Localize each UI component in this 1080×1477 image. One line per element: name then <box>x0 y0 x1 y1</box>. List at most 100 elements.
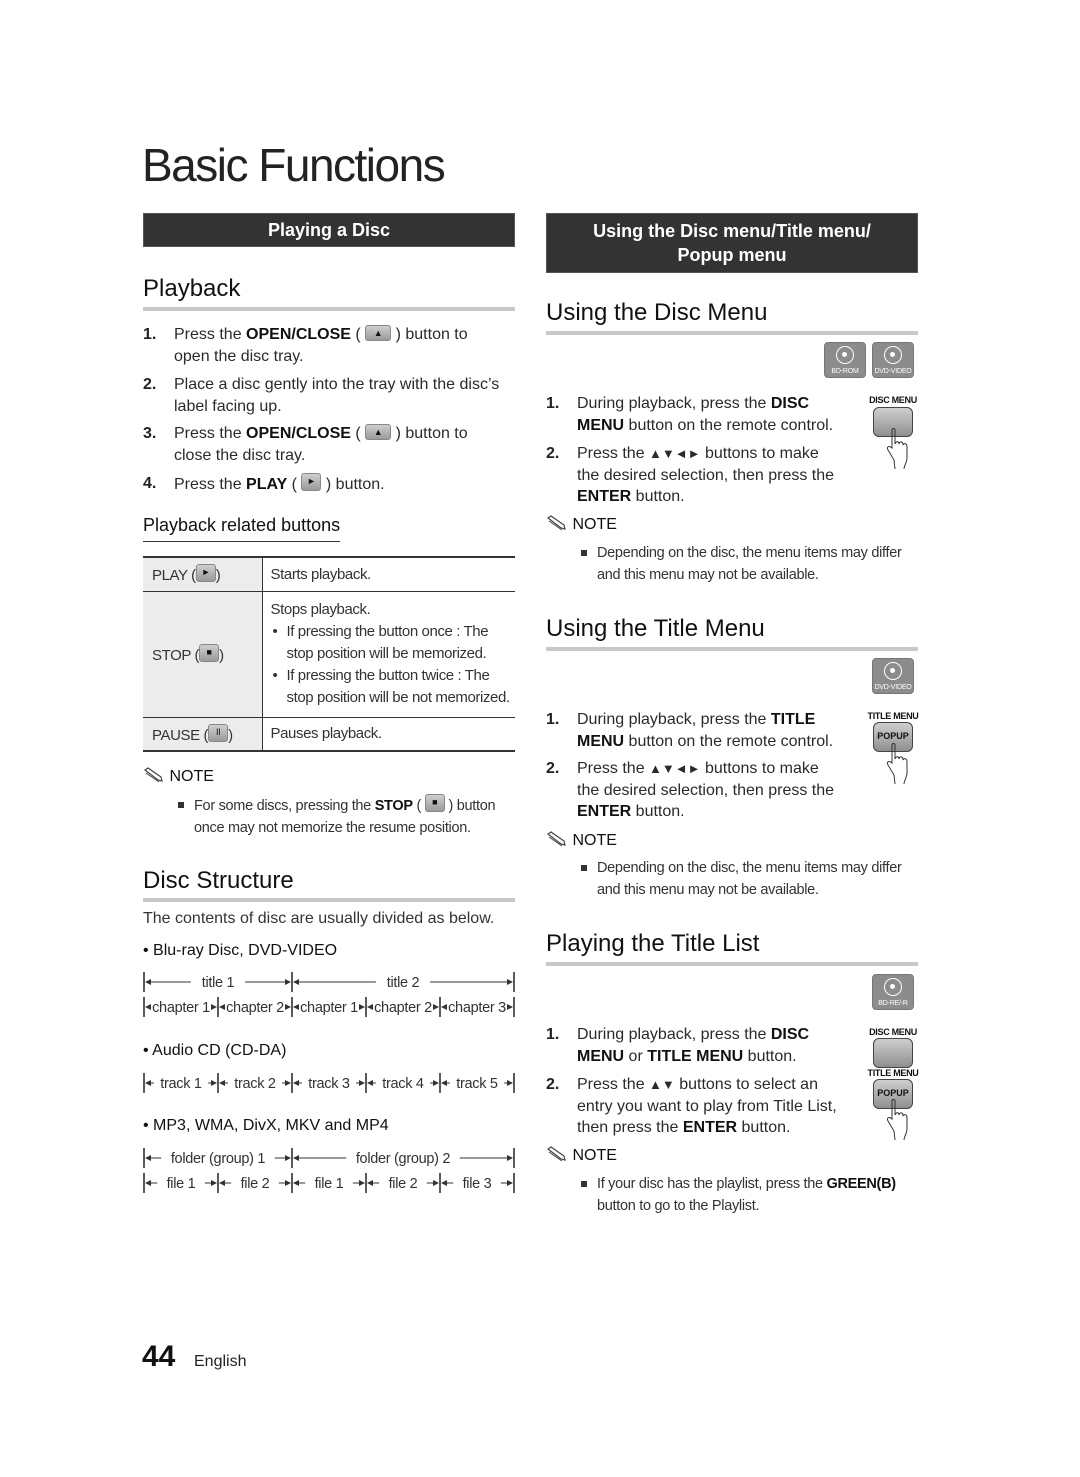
eject-icon: ▲ <box>365 424 392 440</box>
bottom-segment-label: file 2 <box>389 1176 418 1192</box>
bottom-segment-label: track 1 <box>160 1076 202 1092</box>
dvd-video-badge: DVD-VIDEO <box>872 342 914 378</box>
note-item: Depending on the disc, the menu items ma… <box>581 542 937 586</box>
heading-rule <box>546 331 918 335</box>
hand-pointer-icon <box>886 428 908 470</box>
bottom-segment-label: file 2 <box>241 1176 270 1192</box>
group-label: • MP3, WMA, DivX, MKV and MP4 <box>143 1117 389 1134</box>
table-key: PLAY (►) <box>143 556 263 591</box>
bottom-segment-label: track 2 <box>234 1076 276 1092</box>
step-1: 1. Press the OPEN/CLOSE ( ▲ ) button to o… <box>143 325 468 365</box>
table-value: Stops playback. • If pressing the button … <box>262 590 515 717</box>
heading-using-disc-menu: Using the Disc Menu <box>546 299 768 326</box>
arrow-left-icon <box>367 1004 373 1010</box>
top-segment-label: folder (group) 2 <box>356 1151 451 1167</box>
structure-diagram-files: folder (group) 1 folder (group) 2 file 1 fi… <box>143 1144 515 1196</box>
top-segment-label: folder (group) 1 <box>171 1151 266 1167</box>
table-key: PAUSE (II) <box>143 716 263 752</box>
step-3: 3. Press the OPEN/CLOSE ( ▲ ) button to c… <box>143 424 468 464</box>
arrow-left-icon <box>441 1080 447 1086</box>
step-2: 2. Press the ▲▼◄► buttons to make the des… <box>546 445 835 505</box>
arrow-left-icon <box>219 1180 225 1186</box>
top-segment-label: title 2 <box>387 975 420 991</box>
arrow-left-icon <box>367 1180 373 1186</box>
arrow-buttons-icon: ▲▼◄► <box>649 761 701 776</box>
arrow-left-icon <box>367 1080 373 1086</box>
step-2: 2. Press the ▲▼ buttons to select an entr… <box>546 1076 837 1136</box>
arrow-right-icon <box>285 1080 291 1086</box>
bottom-segment-label: track 4 <box>382 1076 424 1092</box>
arrow-left-icon <box>293 1080 299 1086</box>
arrow-left-icon <box>293 1180 299 1186</box>
step-4: 4. Press the PLAY ( ► ) button. <box>143 473 385 493</box>
page-number: 44 <box>142 1340 176 1373</box>
step-1: 1. During playback, press the DISC MENU o… <box>546 1026 810 1065</box>
arrow-right-icon <box>507 979 513 985</box>
note-heading: NOTE <box>546 515 617 534</box>
structure-diagram-bluray: title 1 title 2 chapter 1 chapter 2 chapter … <box>143 968 515 1020</box>
note-heading: NOTE <box>546 1146 617 1165</box>
table-row: PAUSE (II) Pauses playback. <box>143 716 515 752</box>
pencil-icon <box>546 1146 566 1162</box>
pencil-icon <box>143 767 163 783</box>
disc-icon <box>836 346 854 364</box>
step-2: 2. Press the ▲▼◄► buttons to make the des… <box>546 760 835 820</box>
stop-icon: ■ <box>199 644 220 662</box>
arrow-right-icon <box>285 1004 291 1010</box>
disc-menu-remote-label: DISC MENU <box>869 395 917 405</box>
arrow-buttons-icon: ▲▼◄► <box>649 446 701 461</box>
bottom-segment-label: track 5 <box>456 1076 498 1092</box>
disc-menu-remote-label: DISC MENU <box>869 1027 917 1037</box>
note-heading: NOTE <box>546 831 617 850</box>
arrow-right-icon <box>507 1180 513 1186</box>
arrow-left-icon <box>441 1004 447 1010</box>
bottom-segment-label: track 3 <box>308 1076 350 1092</box>
arrow-left-icon <box>293 1155 299 1161</box>
arrow-right-icon <box>433 1080 439 1086</box>
arrow-right-icon <box>507 1004 513 1010</box>
pause-icon: II <box>208 723 229 742</box>
disc-icon <box>884 978 902 996</box>
bottom-segment-label: chapter 1 <box>300 1000 358 1016</box>
hand-pointer-icon <box>886 743 908 785</box>
step-2: 2. Place a disc gently into the tray wit… <box>143 376 500 415</box>
subheading-playback-related-buttons: Playback related buttons <box>143 515 341 542</box>
arrow-right-icon <box>359 1080 365 1086</box>
arrow-right-icon <box>211 1080 217 1086</box>
arrow-left-icon <box>441 1180 447 1186</box>
bottom-segment-label: chapter 1 <box>152 1000 210 1016</box>
disc-icon <box>884 662 902 680</box>
arrow-right-icon <box>507 1155 513 1161</box>
bullet-item: • If pressing the button once : The stop … <box>272 623 489 662</box>
bd-rom-badge: BD-ROM <box>824 342 866 378</box>
arrow-right-icon <box>211 1180 217 1186</box>
section-bar-disc-title-popup-menu: Using the Disc menu/Title menu/Popup men… <box>546 213 918 273</box>
dvd-video-badge: DVD-VIDEO <box>872 658 914 694</box>
table-row: STOP (■) Stops playback. • If pressing th… <box>143 590 515 717</box>
title-menu-remote-label: TITLE MENU <box>867 711 919 721</box>
arrow-right-icon <box>433 1180 439 1186</box>
disc-menu-remote-button <box>873 1038 913 1068</box>
stop-icon: ■ <box>424 794 445 812</box>
hand-pointer-icon <box>886 1099 908 1141</box>
structure-diagram-cd: track 1 track 2 track 3 track 4 track 5 <box>143 1070 515 1096</box>
bd-re-r-badge: BD-RE/-R <box>872 974 914 1010</box>
arrow-right-icon <box>285 979 291 985</box>
heading-disc-structure: Disc Structure <box>143 867 294 894</box>
page-language: English <box>194 1353 247 1370</box>
table-key: STOP (■) <box>143 590 263 717</box>
heading-rule <box>546 962 918 966</box>
eject-icon: ▲ <box>365 325 392 341</box>
structure-diagram-svg: track 1 track 2 track 3 track 4 track 5 <box>143 1073 515 1093</box>
arrow-left-icon <box>219 1080 225 1086</box>
disc-structure-intro: The contents of disc are usually divided… <box>143 910 495 927</box>
bottom-segment-label: file 3 <box>463 1176 492 1192</box>
bottom-segment-label: file 1 <box>167 1176 196 1192</box>
group-label: • Audio CD (CD-DA) <box>143 1042 287 1059</box>
table-value: Pauses playback. <box>262 716 515 752</box>
arrow-right-icon <box>211 1004 217 1010</box>
pencil-icon <box>546 831 566 847</box>
bottom-segment-label: chapter 2 <box>374 1000 432 1016</box>
section-bar-playing-a-disc: Playing a Disc <box>143 213 515 247</box>
arrow-right-icon <box>507 1080 513 1086</box>
